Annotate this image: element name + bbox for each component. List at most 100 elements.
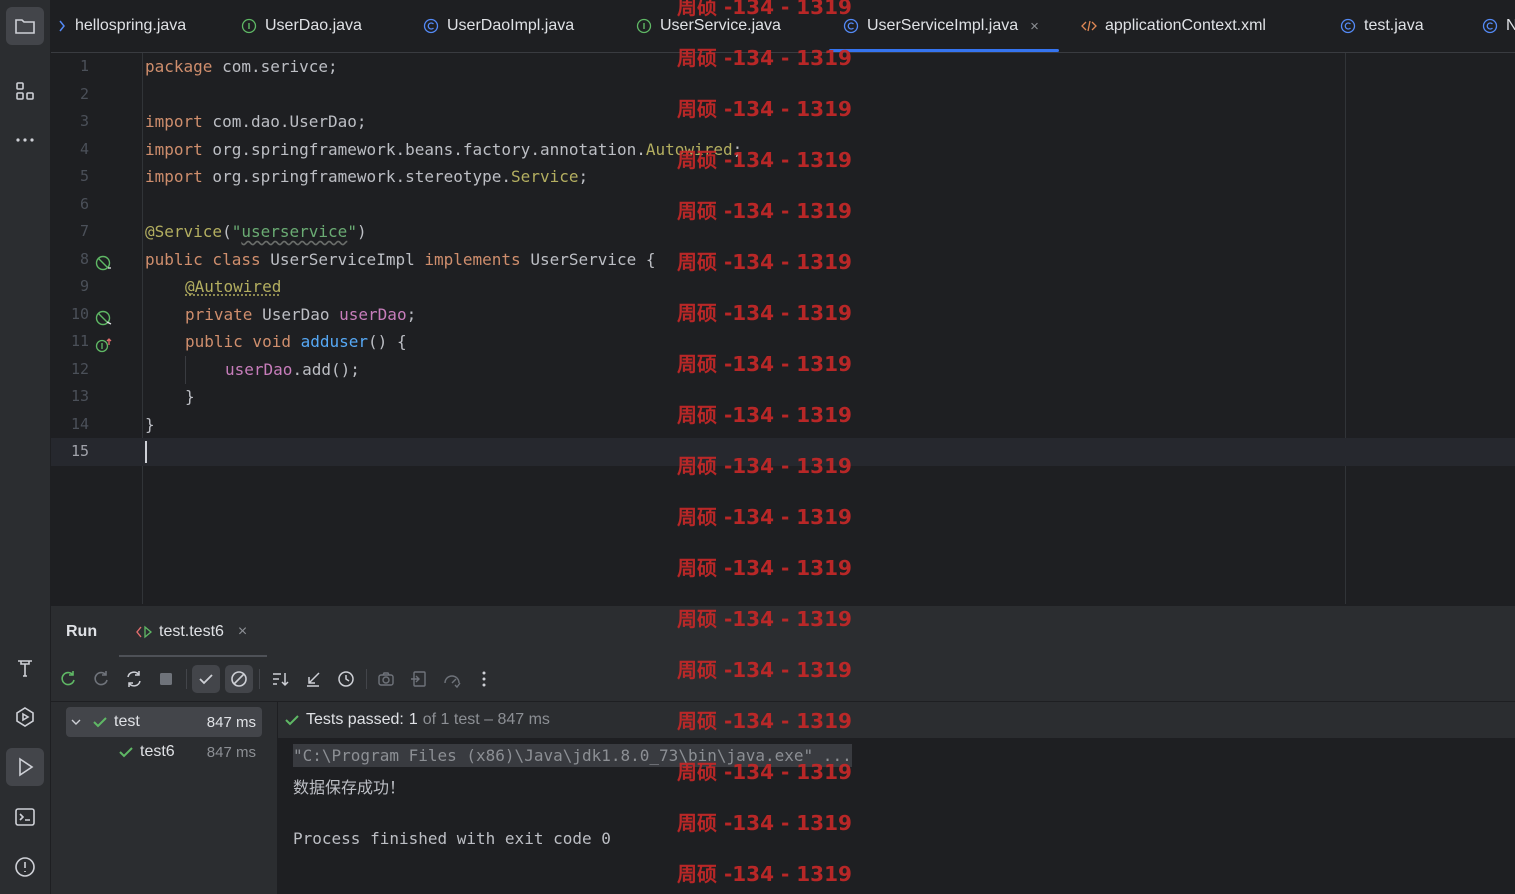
class-icon	[1482, 18, 1498, 34]
close-tab-icon[interactable]: ×	[238, 623, 247, 641]
line-number: 14	[70, 414, 89, 433]
close-tab-icon[interactable]: ×	[1030, 18, 1039, 35]
interface-icon	[636, 18, 652, 34]
show-ignored-icon[interactable]	[225, 665, 253, 693]
run-console[interactable]: Tests passed: 1 of 1 test – 847 ms "C:\P…	[278, 702, 1515, 894]
xml-icon	[1081, 18, 1097, 34]
chevron-down-icon[interactable]	[70, 716, 82, 728]
keyword: implements	[424, 249, 521, 269]
class-icon	[843, 18, 859, 34]
console-exit-line: Process finished with exit code 0	[293, 829, 611, 848]
keyword: import	[145, 167, 203, 186]
line-number: 9	[79, 277, 89, 295]
tree-node-test6[interactable]: test6 847 ms	[66, 737, 262, 767]
code-text: UserDao	[252, 304, 340, 324]
watermark: 周硕 -134 - 1319	[677, 607, 852, 631]
run-panel-title: Run	[66, 623, 98, 640]
tree-node-time: 847 ms	[206, 743, 256, 761]
annotation: @Autowired	[185, 277, 282, 296]
run-icon[interactable]	[6, 748, 44, 786]
test-history-icon[interactable]	[332, 665, 360, 693]
tree-node-test[interactable]: test 847 ms	[66, 707, 262, 737]
build-hammer-icon[interactable]	[6, 649, 44, 687]
code-text: com.dao.UserDao;	[202, 112, 367, 131]
watermark: 周硕 -134 - 1319	[677, 658, 852, 682]
rerun-failed-icon[interactable]	[87, 665, 115, 693]
watermark: 周硕 -134 - 1319	[677, 148, 852, 172]
annotation-name: Service	[511, 167, 579, 186]
problems-icon[interactable]	[6, 848, 44, 886]
pass-check-icon	[284, 712, 300, 728]
watermark: 周硕 -134 - 1319	[677, 862, 852, 886]
implements-gutter-icon[interactable]	[95, 334, 113, 353]
tab-userdaoimpl[interactable]: UserDaoImpl.java	[423, 0, 574, 52]
code-text: ;	[406, 304, 417, 324]
code-text: (	[222, 222, 232, 241]
tab-test[interactable]: test.java	[1340, 0, 1424, 52]
line-number: 6	[79, 194, 89, 213]
camera-icon[interactable]	[372, 665, 400, 693]
project-folder-icon[interactable]	[6, 7, 44, 45]
more-options-icon[interactable]	[470, 665, 498, 693]
console-output-line: 数据保存成功！	[293, 778, 406, 797]
sort-icon[interactable]	[266, 665, 294, 693]
field-name: userDao	[225, 359, 293, 379]
code-text: }	[185, 387, 195, 406]
keyword: public class	[145, 249, 261, 269]
tab-userdao[interactable]: UserDao.java	[241, 0, 362, 52]
watermark: 周硕 -134 - 1319	[677, 403, 852, 427]
services-icon[interactable]	[6, 698, 44, 736]
annotation: @Service	[145, 222, 223, 241]
method-name: adduser	[300, 332, 369, 351]
string-literal: userservice	[241, 222, 348, 241]
line-number: 7	[79, 222, 89, 240]
tree-node-time: 847 ms	[206, 713, 256, 731]
terminal-icon[interactable]	[6, 798, 44, 836]
tab-label: UserDaoImpl.java	[447, 17, 575, 34]
rerun-icon[interactable]	[54, 665, 82, 693]
code-text: org.springframework.beans.factory.annota…	[202, 139, 646, 159]
watermark: 周硕 -134 - 1319	[677, 556, 852, 580]
run-tab-label: test.test6	[159, 623, 224, 640]
line-number: 4	[79, 139, 89, 158]
stop-icon[interactable]	[152, 665, 180, 693]
more-tools-icon[interactable]	[6, 121, 44, 159]
interface-icon	[241, 18, 257, 34]
tree-node-label: test6	[140, 743, 175, 760]
code-text: ;	[578, 167, 589, 186]
bean-gutter-icon[interactable]	[95, 252, 113, 270]
tab-userserviceimpl[interactable]: UserServiceImpl.java ×	[829, 0, 1059, 52]
run-config-tab[interactable]: test.test6 ×	[118, 606, 268, 658]
watermark: 周硕 -134 - 1319	[677, 709, 852, 733]
watermark: 周硕 -134 - 1319	[677, 505, 852, 529]
left-tool-strip	[0, 0, 51, 894]
tab-hellospring[interactable]: hellospring.java	[51, 0, 186, 52]
tests-passed-label: Tests passed:	[306, 711, 404, 728]
collapse-all-icon[interactable]	[299, 665, 327, 693]
coverage-gauge-icon[interactable]	[438, 665, 466, 693]
tab-label: N	[1506, 17, 1515, 35]
line-number: 1	[79, 57, 89, 75]
keyword: private	[185, 304, 253, 324]
string-quote: "	[347, 222, 357, 241]
watermark: 周硕 -134 - 1319	[677, 301, 852, 325]
tab-overflow[interactable]: N	[1482, 0, 1515, 52]
tab-label: hellospring.java	[75, 17, 187, 34]
class-icon	[1340, 18, 1356, 34]
toggle-auto-test-icon[interactable]	[120, 665, 148, 693]
tab-applicationcontext[interactable]: applicationContext.xml	[1081, 0, 1266, 52]
watermark: 周硕 -134 - 1319	[677, 46, 852, 70]
autowired-gutter-icon[interactable]	[95, 307, 113, 325]
line-number: 13	[70, 387, 89, 405]
watermark: 周硕 -134 - 1319	[677, 352, 852, 376]
keyword: import	[145, 112, 203, 131]
chevron-left-icon	[51, 18, 67, 34]
line-number: 2	[79, 84, 89, 103]
watermark: 周硕 -134 - 1319	[677, 0, 852, 19]
code-text: UserService {	[520, 249, 656, 269]
show-passed-icon[interactable]	[192, 665, 220, 693]
line-number: 11	[70, 332, 89, 350]
structure-icon[interactable]	[6, 72, 44, 110]
line-number: 15	[70, 442, 89, 460]
import-tests-icon[interactable]	[405, 665, 433, 693]
